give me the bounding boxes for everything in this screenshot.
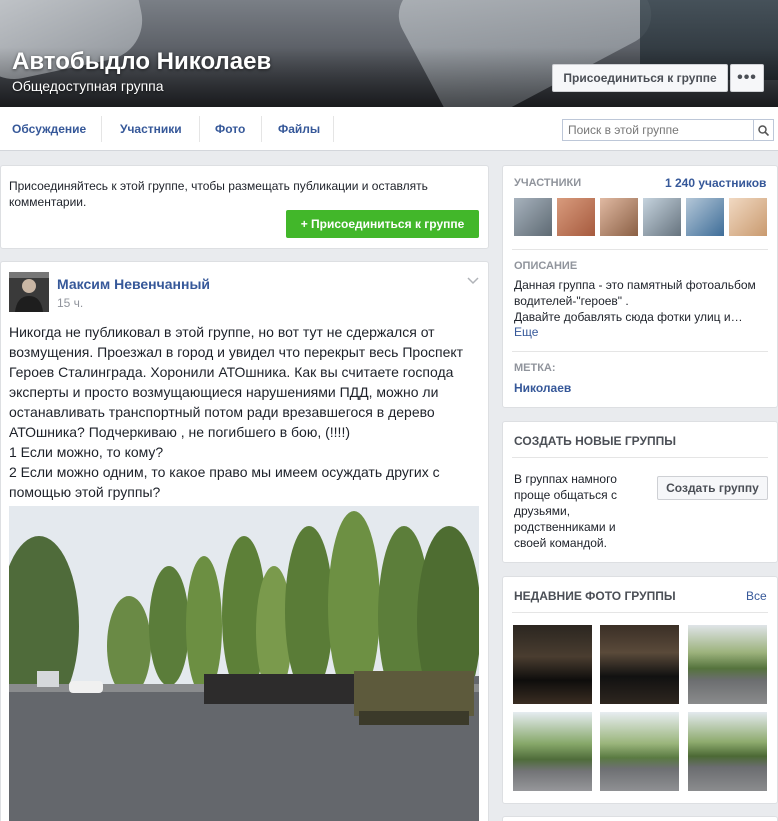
join-prompt-text: Присоединяйтесь к этой группе, чтобы раз… xyxy=(9,179,428,209)
tab-discussion[interactable]: Обсуждение xyxy=(12,107,86,151)
group-search-box xyxy=(562,119,774,141)
post-line: Героев Сталинграда. Хоронили АТОшника. К… xyxy=(9,364,454,380)
post-line: Никогда не публиковал в этой группе, но … xyxy=(9,324,435,340)
tag-heading: МЕТКА: xyxy=(514,362,556,374)
post-line: возмущения. Проезжал в город и увидел чт… xyxy=(9,344,464,360)
create-groups-heading: СОЗДАТЬ НОВЫЕ ГРУППЫ xyxy=(514,434,676,448)
group-privacy-label: Общедоступная группа xyxy=(12,78,164,94)
next-card-edge xyxy=(502,816,778,821)
members-heading: УЧАСТНИКИ xyxy=(514,177,582,189)
member-avatar[interactable] xyxy=(600,198,638,236)
divider xyxy=(512,351,768,352)
street-procession-image xyxy=(9,506,479,821)
join-group-green-button[interactable]: + Присоединиться к группе xyxy=(286,210,479,238)
create-groups-line: своей командой. xyxy=(514,536,607,550)
description-more-link[interactable]: Еще xyxy=(514,324,538,340)
description-line: водителей-"героев" . xyxy=(514,294,629,308)
member-avatar[interactable] xyxy=(514,198,552,236)
search-input[interactable] xyxy=(563,120,753,140)
post-timestamp[interactable]: 15 ч. xyxy=(57,296,83,310)
nav-divider xyxy=(261,116,262,142)
post-line: 1 Если можно, то кому? xyxy=(9,444,164,460)
group-title[interactable]: Автобыдло Николаев xyxy=(12,48,271,76)
member-avatar[interactable] xyxy=(557,198,595,236)
member-avatar[interactable] xyxy=(686,198,724,236)
divider xyxy=(512,249,768,250)
recent-photo-thumb[interactable] xyxy=(513,625,592,704)
post-photo[interactable] xyxy=(9,506,479,821)
recent-photo-thumb[interactable] xyxy=(688,712,767,791)
create-groups-line: друзьями, xyxy=(514,504,571,518)
recent-photo-thumb[interactable] xyxy=(600,625,679,704)
nav-divider xyxy=(101,116,102,142)
nav-divider xyxy=(333,116,334,142)
post-author-name[interactable]: Максим Невенчанный xyxy=(57,276,210,292)
recent-photo-thumb[interactable] xyxy=(688,625,767,704)
join-group-button[interactable]: Присоединиться к группе xyxy=(552,64,728,92)
post-line: АТОшника? Подчеркиваю , не погибшего в б… xyxy=(9,424,350,440)
avatar-image xyxy=(9,272,49,312)
tab-photos[interactable]: Фото xyxy=(215,107,245,151)
post-card: Максим Невенчанный 15 ч. Никогда не публ… xyxy=(0,261,489,821)
divider xyxy=(512,612,768,613)
search-icon xyxy=(758,124,769,136)
recent-photo-thumb[interactable] xyxy=(600,712,679,791)
tab-files[interactable]: Файлы xyxy=(278,107,320,151)
description-line: Данная группа - это памятный фотоальбом xyxy=(514,278,756,292)
search-button[interactable] xyxy=(753,120,773,140)
description-text: Данная группа - это памятный фотоальбом … xyxy=(514,277,772,325)
tab-members[interactable]: Участники xyxy=(120,107,182,151)
create-groups-line: проще общаться с xyxy=(514,488,618,502)
description-line: Давайте добавлять сюда фотки улиц и… xyxy=(514,310,743,324)
member-avatar[interactable] xyxy=(729,198,767,236)
create-groups-line: родственниками и xyxy=(514,520,616,534)
join-prompt-card: Присоединяйтесь к этой группе, чтобы раз… xyxy=(0,165,489,249)
member-avatar[interactable] xyxy=(643,198,681,236)
post-line: останавливать транспортный потом ради вр… xyxy=(9,404,435,420)
post-line: эксперты и просто возмущающиеся нарушени… xyxy=(9,384,439,400)
post-body: Никогда не публиковал в этой группе, но … xyxy=(9,322,477,502)
create-groups-line: В группах намного xyxy=(514,472,617,486)
post-line: помощью этой группы? xyxy=(9,484,161,500)
recent-photo-thumb[interactable] xyxy=(513,712,592,791)
more-options-button[interactable]: ••• xyxy=(730,64,764,92)
members-count-link[interactable]: 1 240 участников xyxy=(665,176,766,190)
author-avatar[interactable] xyxy=(9,272,49,312)
description-heading: ОПИСАНИЕ xyxy=(514,260,578,272)
nav-divider xyxy=(199,116,200,142)
create-group-button[interactable]: Создать группу xyxy=(657,476,768,500)
divider xyxy=(512,457,768,458)
see-all-photos-link[interactable]: Все xyxy=(746,588,767,604)
post-line: 2 Если можно одним, то какое право мы им… xyxy=(9,464,440,480)
tag-link[interactable]: Николаев xyxy=(514,381,571,395)
chevron-down-icon[interactable] xyxy=(467,274,479,288)
recent-photos-heading: НЕДАВНИЕ ФОТО ГРУППЫ xyxy=(514,589,676,603)
create-groups-text: В группах намного проще общаться с друзь… xyxy=(514,471,649,551)
